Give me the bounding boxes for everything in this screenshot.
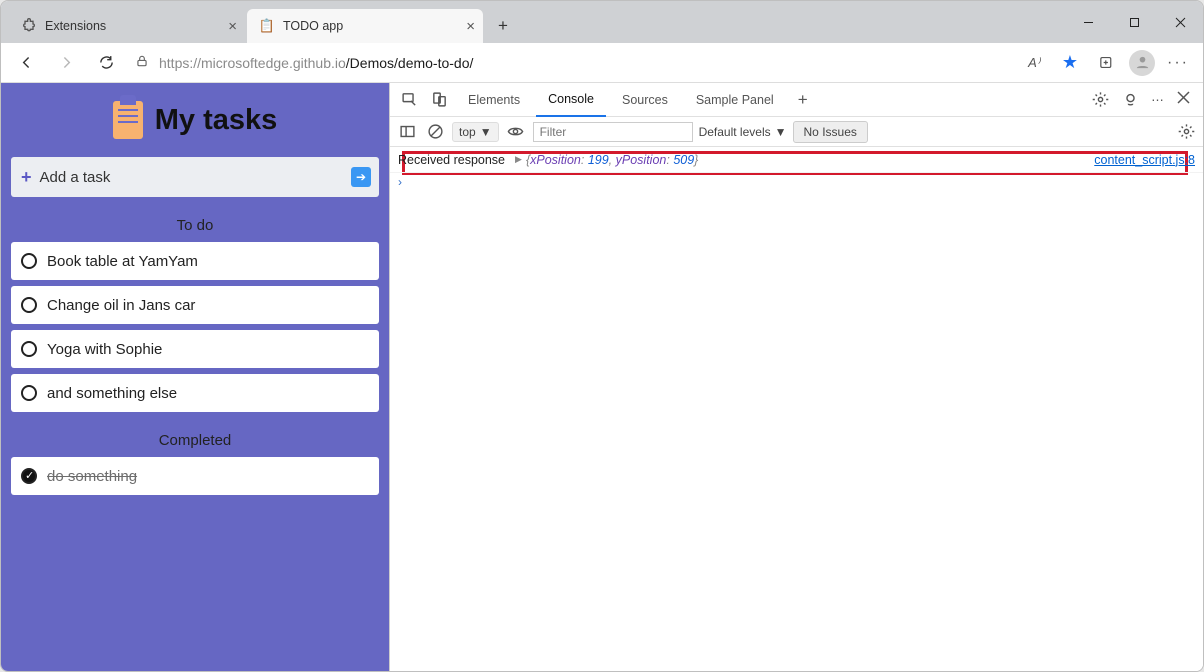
filter-input[interactable] <box>533 122 693 142</box>
tab-sample-panel[interactable]: Sample Panel <box>684 83 786 117</box>
live-expr-icon[interactable] <box>505 117 527 147</box>
inspect-icon[interactable] <box>396 85 422 115</box>
radio-icon[interactable] <box>21 253 37 269</box>
task-item-done[interactable]: do something <box>11 457 379 495</box>
log-object[interactable]: {xPosition: 199, yPosition: 509} <box>526 153 698 167</box>
url-box[interactable]: https://microsoftedge.github.io/Demos/de… <box>129 48 1011 78</box>
window-controls <box>1065 1 1203 43</box>
radio-icon[interactable] <box>21 385 37 401</box>
task-item[interactable]: and something else <box>11 374 379 412</box>
collections-button[interactable] <box>1089 48 1123 78</box>
plus-icon: + <box>21 167 32 188</box>
new-tab-button[interactable]: + <box>489 12 517 40</box>
task-text: Change oil in Jans car <box>47 297 195 314</box>
issues-label: No Issues <box>804 125 857 139</box>
page-heading-text: My tasks <box>155 104 278 137</box>
console-log-row[interactable]: Received response ▶ {xPosition: 199, yPo… <box>390 147 1203 173</box>
task-text: Yoga with Sophie <box>47 341 162 358</box>
maximize-button[interactable] <box>1111 1 1157 43</box>
feedback-icon[interactable] <box>1117 85 1143 115</box>
submit-arrow-icon[interactable]: ➔ <box>351 167 371 187</box>
context-select[interactable]: top ▼ <box>452 122 499 142</box>
expand-icon[interactable]: ▶ <box>515 154 522 165</box>
devtools-panel: Elements Console Sources Sample Panel + … <box>389 83 1203 671</box>
tab-strip: Extensions × 📋 TODO app × + <box>1 1 1203 43</box>
tab-todo-app[interactable]: 📋 TODO app × <box>247 9 483 43</box>
refresh-button[interactable] <box>89 48 123 78</box>
todo-app: My tasks + Add a task ➔ To do Book table… <box>1 83 389 671</box>
page-title: My tasks <box>11 101 379 139</box>
section-header-completed: Completed <box>11 432 379 449</box>
console-settings-icon[interactable] <box>1175 117 1197 147</box>
task-item[interactable]: Book table at YamYam <box>11 242 379 280</box>
settings-icon[interactable] <box>1087 85 1113 115</box>
address-bar: https://microsoftedge.github.io/Demos/de… <box>1 43 1203 83</box>
sidebar-toggle-icon[interactable] <box>396 117 418 147</box>
puzzle-icon <box>21 18 37 34</box>
device-toggle-icon[interactable] <box>426 85 452 115</box>
profile-button[interactable] <box>1125 48 1159 78</box>
task-text: Book table at YamYam <box>47 253 198 270</box>
tab-label: Extensions <box>45 19 106 33</box>
levels-label: Default levels <box>699 125 771 139</box>
more-menu-button[interactable]: ··· <box>1161 48 1195 78</box>
add-tab-button[interactable]: + <box>790 85 816 115</box>
check-icon[interactable] <box>21 468 37 484</box>
radio-icon[interactable] <box>21 297 37 313</box>
close-window-button[interactable] <box>1157 1 1203 43</box>
url-path: /Demos/demo-to-do/ <box>346 55 474 71</box>
close-devtools-button[interactable] <box>1173 85 1197 115</box>
task-text: and something else <box>47 385 177 402</box>
clipboard-icon: 📋 <box>259 18 275 34</box>
back-button[interactable] <box>9 48 43 78</box>
console-prompt[interactable]: › <box>390 173 1203 191</box>
context-value: top <box>459 125 476 139</box>
tab-elements[interactable]: Elements <box>456 83 532 117</box>
tab-label: TODO app <box>283 19 343 33</box>
task-item[interactable]: Change oil in Jans car <box>11 286 379 324</box>
log-source-link[interactable]: content_script.js:8 <box>1094 153 1195 167</box>
tab-console[interactable]: Console <box>536 83 606 117</box>
avatar-icon <box>1129 50 1155 76</box>
task-item[interactable]: Yoga with Sophie <box>11 330 379 368</box>
tab-extensions[interactable]: Extensions × <box>9 9 245 43</box>
favorite-button[interactable]: ★ <box>1053 48 1087 78</box>
console-toolbar: top ▼ Default levels ▼ No Issues <box>390 117 1203 147</box>
levels-select[interactable]: Default levels ▼ <box>699 125 787 139</box>
add-task-input[interactable]: + Add a task ➔ <box>11 157 379 197</box>
forward-button <box>49 48 83 78</box>
log-message: Received response <box>398 153 505 167</box>
content-area: My tasks + Add a task ➔ To do Book table… <box>1 83 1203 671</box>
tab-sources[interactable]: Sources <box>610 83 680 117</box>
close-icon[interactable]: × <box>228 18 237 35</box>
task-text: do something <box>47 468 137 485</box>
clipboard-icon <box>113 101 143 139</box>
section-header-todo: To do <box>11 217 379 234</box>
lock-icon <box>135 54 149 71</box>
chevron-down-icon: ▼ <box>775 125 787 139</box>
more-icon[interactable]: ⋯ <box>1147 85 1169 115</box>
browser-window: Extensions × 📋 TODO app × + <box>0 0 1204 672</box>
url-host: https://microsoftedge.github.io <box>159 55 346 71</box>
console-output[interactable]: Received response ▶ {xPosition: 199, yPo… <box>390 147 1203 671</box>
add-task-placeholder: Add a task <box>40 169 111 186</box>
minimize-button[interactable] <box>1065 1 1111 43</box>
read-aloud-button[interactable]: A⁾ <box>1017 48 1051 78</box>
devtools-tabstrip: Elements Console Sources Sample Panel + … <box>390 83 1203 117</box>
chevron-down-icon: ▼ <box>480 125 492 139</box>
issues-button[interactable]: No Issues <box>793 121 868 143</box>
radio-icon[interactable] <box>21 341 37 357</box>
clear-console-icon[interactable] <box>424 117 446 147</box>
close-icon[interactable]: × <box>466 18 475 35</box>
